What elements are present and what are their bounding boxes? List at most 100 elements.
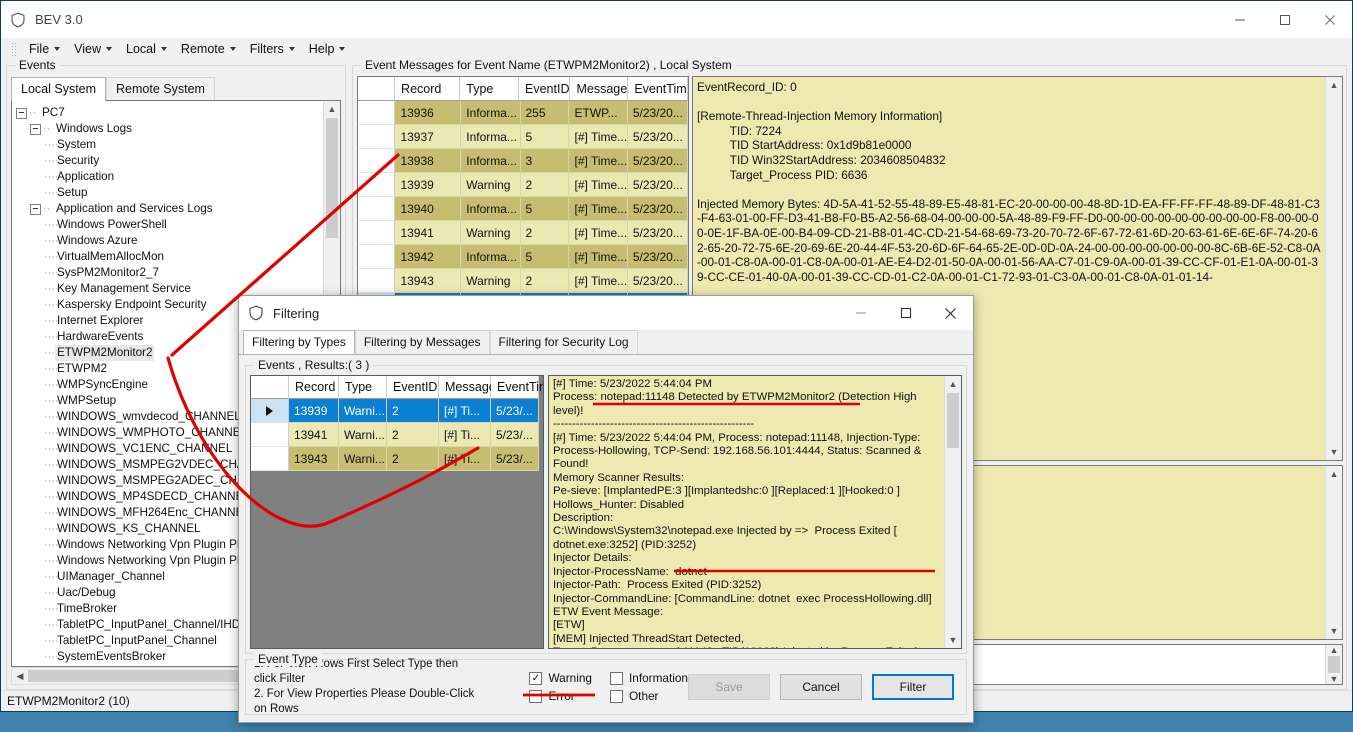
cell-time: 5/23/...	[491, 447, 539, 471]
scroll-down-icon[interactable]: ▼	[945, 632, 961, 648]
checkbox-warning-box[interactable]: ✓	[529, 671, 543, 685]
checkbox-error-box[interactable]	[529, 689, 543, 703]
filter-minimize-button[interactable]	[838, 295, 883, 332]
scroll-down-icon[interactable]: ▼	[1326, 674, 1342, 684]
tree-item-label: Windows Logs	[56, 122, 133, 135]
table-row[interactable]: 13937 Informa... 5 [#] Time... 5/23/20...	[358, 125, 688, 149]
scroll-left-icon[interactable]: ◀	[12, 668, 28, 684]
tree-collapse-icon[interactable]	[30, 203, 41, 215]
tree-item-windows-powershell[interactable]: ···· Windows PowerShell	[16, 217, 323, 233]
row-selector-cell[interactable]	[358, 125, 396, 149]
column-header-eventtim[interactable]: EventTim	[628, 77, 688, 101]
tab-local-system[interactable]: Local System	[11, 77, 107, 101]
table-row[interactable]: 13939 Warning 2 [#] Time... 5/23/20...	[358, 173, 688, 197]
checkbox-information-box[interactable]	[609, 671, 623, 685]
column-header-record[interactable]: Record	[395, 77, 461, 101]
column-header-eventid[interactable]: EventID	[387, 376, 439, 399]
table-row[interactable]: 13941 Warning 2 [#] Time... 5/23/20...	[358, 221, 688, 245]
tree-scroll-thumb[interactable]	[326, 118, 338, 238]
filter-detail-scrollbar[interactable]: ▲ ▼	[944, 376, 961, 648]
row-selector-cell[interactable]	[358, 269, 396, 293]
tree-item-security[interactable]: ···· Security	[16, 153, 323, 169]
menu-view[interactable]: View	[67, 40, 119, 58]
close-button[interactable]	[1307, 1, 1352, 38]
minimize-button[interactable]	[1217, 1, 1262, 38]
row-selector-cell[interactable]	[358, 149, 396, 173]
save-button[interactable]: Save	[688, 674, 770, 700]
tree-item-application[interactable]: ···· Application	[16, 169, 323, 185]
tree-item-setup[interactable]: ···· Setup	[16, 185, 323, 201]
tree-item-windows-logs[interactable]: ·· Windows Logs	[16, 121, 323, 137]
row-selector-cell[interactable]	[358, 173, 396, 197]
checkbox-other[interactable]: Other	[609, 689, 688, 703]
filter-detail-panel[interactable]: [#] Time: 5/23/2022 5:44:04 PM Process: …	[548, 375, 962, 649]
table-row[interactable]: 13936 Informa... 255 ETWP... 5/23/20...	[358, 101, 688, 125]
table-row[interactable]: 13941 Warni... 2 [#] Ti... 5/23/...	[251, 423, 543, 447]
scroll-up-icon[interactable]: ▲	[945, 376, 961, 392]
providers-vertical-scrollbar[interactable]: ▲ ▼	[1325, 645, 1342, 684]
menu-local[interactable]: Local	[119, 40, 174, 58]
tree-item-application-and-services-logs[interactable]: ·· Application and Services Logs	[16, 201, 323, 217]
row-selector-cell[interactable]	[358, 197, 396, 221]
menu-file[interactable]: File	[22, 40, 67, 58]
scroll-down-icon[interactable]: ▼	[1326, 444, 1342, 460]
tree-item-virtualmemallocmon[interactable]: ···· VirtualMemAllocMon	[16, 249, 323, 265]
column-header-record[interactable]: Record	[289, 376, 339, 399]
table-row[interactable]: 13938 Informa... 3 [#] Time... 5/23/20...	[358, 149, 688, 173]
tree-item-system[interactable]: ···· System	[16, 137, 323, 153]
scroll-down-icon[interactable]: ▼	[1326, 623, 1342, 639]
column-header-eventtim[interactable]: EventTim	[491, 376, 543, 399]
tree-collapse-icon[interactable]	[30, 123, 41, 135]
table-row[interactable]: 13940 Informa... 5 [#] Time... 5/23/20...	[358, 197, 688, 221]
checkbox-error[interactable]: Error	[529, 689, 592, 703]
detail-vertical-scrollbar[interactable]: ▲ ▼	[1325, 77, 1342, 460]
column-header-eventid[interactable]: EventID	[519, 77, 571, 101]
menu-filters[interactable]: Filters	[243, 40, 302, 58]
scroll-up-icon[interactable]: ▲	[1326, 645, 1342, 655]
row-selector-cell[interactable]	[251, 423, 289, 447]
tab-local-system-label: Local System	[21, 82, 97, 96]
row-selector-cell[interactable]	[358, 245, 396, 269]
filter-detail-scroll-thumb[interactable]	[947, 393, 959, 448]
column-header-type[interactable]: Type	[460, 77, 520, 101]
menu-help[interactable]: Help	[302, 40, 353, 58]
table-row[interactable]: 13939 Warni... 2 [#] Ti... 5/23/...	[251, 399, 543, 423]
tab-remote-system[interactable]: Remote System	[106, 77, 215, 101]
row-selector-cell[interactable]	[358, 221, 396, 245]
row-selector-cell[interactable]	[358, 101, 396, 125]
tree-collapse-icon[interactable]	[16, 107, 27, 119]
filter-events-group: Events , Results:( 3 ) Record Type EventID…	[245, 358, 967, 654]
tree-item-label: WMPSyncEngine	[57, 378, 148, 391]
cancel-button[interactable]: Cancel	[780, 674, 862, 700]
menu-remote[interactable]: Remote	[174, 40, 243, 58]
tab-filtering-for-security-log[interactable]: Filtering for Security Log	[489, 330, 638, 355]
tree-item-syspm2monitor2-7[interactable]: ···· SysPM2Monitor2_7	[16, 265, 323, 281]
maximize-button[interactable]	[1262, 1, 1307, 38]
scroll-up-icon[interactable]: ▲	[1326, 77, 1342, 93]
checkbox-information[interactable]: Information	[609, 671, 688, 685]
table-row[interactable]: 13943 Warni... 2 [#] Ti... 5/23/...	[251, 447, 543, 471]
tab-filtering-by-types[interactable]: Filtering by Types	[243, 330, 355, 355]
checkbox-warning[interactable]: ✓ Warning	[529, 671, 592, 685]
providers-scroll-thumb[interactable]	[1328, 656, 1340, 673]
menu-grip-handle[interactable]	[11, 42, 18, 56]
column-header-message[interactable]: Message	[570, 77, 629, 101]
tree-item-windows-azure[interactable]: ···· Windows Azure	[16, 233, 323, 249]
column-header-message[interactable]: Message	[439, 376, 496, 399]
table-row[interactable]: 13943 Warning 2 [#] Time... 5/23/20...	[358, 269, 688, 293]
filter-button[interactable]: Filter	[872, 674, 954, 700]
scroll-up-icon[interactable]: ▲	[1326, 466, 1342, 482]
hexdump-vertical-scrollbar[interactable]: ▲ ▼	[1325, 466, 1342, 639]
checkbox-other-box[interactable]	[609, 689, 623, 703]
scroll-up-icon[interactable]: ▲	[324, 101, 340, 117]
column-header-type[interactable]: Type	[339, 376, 387, 399]
row-selector-cell[interactable]	[251, 399, 289, 423]
row-selector-cell[interactable]	[251, 447, 289, 471]
tree-item-pc7[interactable]: ·· PC7	[16, 105, 323, 121]
filter-maximize-button[interactable]	[883, 295, 928, 332]
table-row[interactable]: 13942 Informa... 5 [#] Time... 5/23/20...	[358, 245, 688, 269]
tab-filtering-by-messages[interactable]: Filtering by Messages	[354, 330, 490, 355]
filter-results-grid[interactable]: RecordTypeEventIDMessageEventTim13939War…	[250, 375, 544, 649]
grid-corner-cell	[251, 376, 289, 399]
filter-close-button[interactable]	[928, 295, 973, 332]
